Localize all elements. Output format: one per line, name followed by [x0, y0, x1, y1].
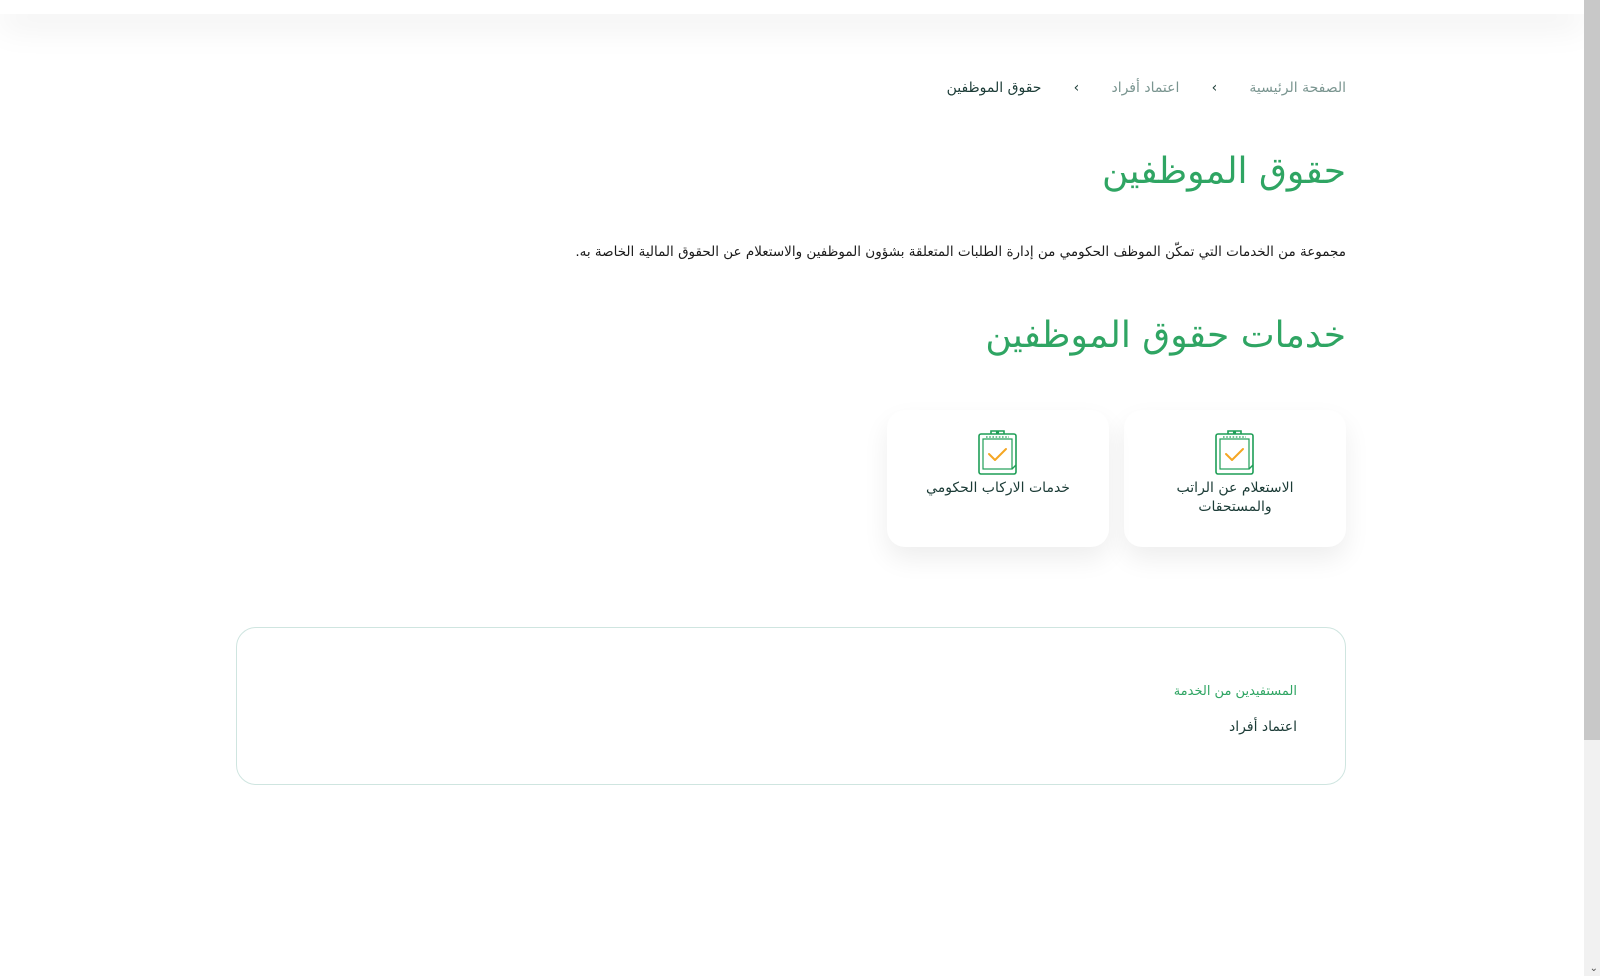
beneficiaries-value: اعتماد أفراد [1229, 719, 1297, 735]
scroll-down-arrow-icon[interactable]: ⌄ [1590, 964, 1598, 974]
breadcrumb-home-link[interactable]: الصفحة الرئيسية [1249, 80, 1346, 96]
scrollbar-track[interactable]: ⌄ [1584, 0, 1600, 976]
breadcrumb-current: حقوق الموظفين [946, 80, 1042, 96]
beneficiaries-heading: المستفيدين من الخدمة [1173, 684, 1297, 699]
beneficiaries-panel: المستفيدين من الخدمة اعتماد أفراد [236, 627, 1346, 785]
service-card-label: الاستعلام عن الراتب والمستحقات [1176, 480, 1294, 515]
breadcrumb: الصفحة الرئيسية › اعتماد أفراد › حقوق ال… [236, 77, 1346, 99]
chevron-left-icon: › [1211, 80, 1218, 96]
top-header-bar [0, 0, 1584, 14]
clipboard-check-icon [1215, 430, 1254, 475]
service-card-government-boarding[interactable]: خدمات الاركاب الحكومي [887, 410, 1109, 547]
services-section-title: خدمات حقوق الموظفين [985, 315, 1346, 356]
page-title: حقوق الموظفين [1102, 151, 1346, 192]
services-card-list: الاستعلام عن الراتب والمستحقات خدمات الا… [236, 410, 1346, 547]
footer-peek [500, 966, 1320, 976]
page-root: الصفحة الرئيسية › اعتماد أفراد › حقوق ال… [0, 0, 1600, 976]
page-description: مجموعة من الخدمات التي تمكّن الموظف الحك… [575, 244, 1346, 260]
chevron-left-icon: › [1073, 80, 1080, 96]
scrollbar-thumb[interactable] [1584, 0, 1600, 740]
service-card-salary-inquiry[interactable]: الاستعلام عن الراتب والمستحقات [1124, 410, 1346, 547]
service-card-label: خدمات الاركاب الحكومي [926, 480, 1070, 496]
breadcrumb-parent-link[interactable]: اعتماد أفراد [1111, 80, 1179, 96]
clipboard-check-icon [978, 430, 1017, 475]
